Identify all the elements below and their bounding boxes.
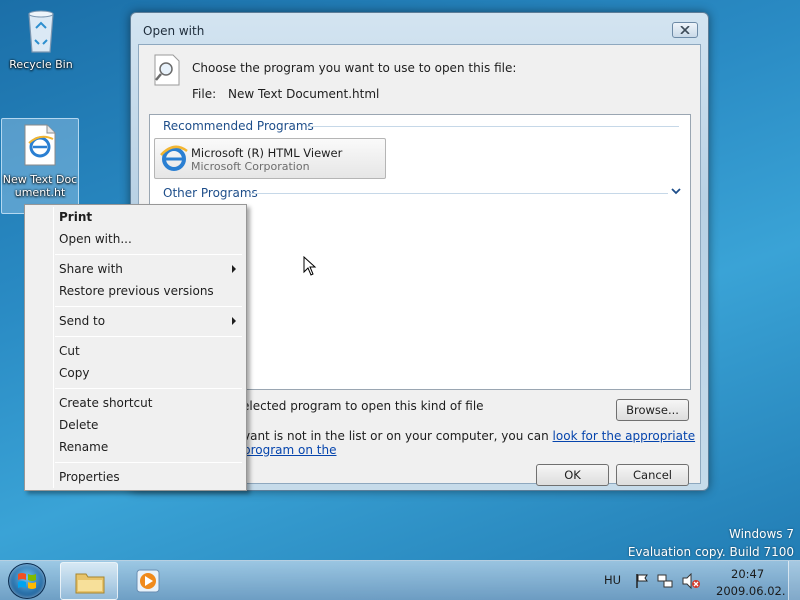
clock-time[interactable]: 20:47 [731,567,764,581]
other-programs-header[interactable]: Other Programs [163,186,258,200]
group-divider [307,126,679,127]
mouse-cursor-icon [303,256,317,276]
menu-separator [55,254,242,255]
menu-item-share-with[interactable]: Share with [27,258,244,280]
menu-separator [55,336,242,337]
network-icon[interactable] [657,573,673,589]
not-listed-label: vant is not in the list or on your compu… [243,429,549,443]
desktop-icon-recycle-bin[interactable]: Recycle Bin [2,6,80,76]
chevron-down-icon[interactable] [671,188,681,196]
volume-muted-icon[interactable] [682,573,700,589]
menu-item-copy[interactable]: Copy [27,362,244,384]
menu-item-rename[interactable]: Rename [27,436,244,458]
build-watermark: Evaluation copy. Build 7100 [627,545,794,559]
menu-item-cut[interactable]: Cut [27,340,244,362]
taskbar: HU 20:47 2009.06.02. [0,560,800,600]
recommended-programs-header[interactable]: Recommended Programs [163,119,314,133]
file-name: New Text Document.html [228,87,380,101]
menu-item-open-with[interactable]: Open with... [27,228,244,250]
file-label: File: [192,87,217,101]
folder-icon [75,573,105,594]
menu-item-restore-versions[interactable]: Restore previous versions [27,280,244,302]
recycle-bin-icon [28,10,54,53]
close-button[interactable] [672,22,698,38]
clock-date[interactable]: 2009.06.02. [716,584,786,598]
program-company: Microsoft Corporation [191,160,310,173]
menu-item-send-to[interactable]: Send to [27,310,244,332]
menu-item-properties[interactable]: Properties [27,466,244,488]
flag-icon[interactable] [635,573,649,589]
instruction-text: Choose the program you want to use to op… [192,61,517,75]
not-listed-text: vant is not in the list or on your compu… [243,429,700,457]
magnifier-document-icon [154,54,180,86]
taskbar-media-player-button[interactable] [120,562,178,600]
menu-item-create-shortcut[interactable]: Create shortcut [27,392,244,414]
desktop-icon-label: Recycle Bin [9,58,73,71]
show-desktop-button[interactable] [788,561,800,600]
cancel-button[interactable]: Cancel [616,464,689,486]
always-use-text: elected program to open this kind of fil… [242,399,484,413]
internet-explorer-icon [160,145,188,171]
browse-button[interactable]: Browse... [616,399,689,421]
context-menu: Print Open with... Share with Restore pr… [24,204,247,491]
close-icon [680,26,690,34]
menu-separator [55,306,242,307]
windows-version-watermark: Windows 7 [728,527,794,541]
submenu-arrow-icon [232,265,236,273]
submenu-arrow-icon [232,317,236,325]
menu-separator [55,462,242,463]
windows-logo-icon [18,573,36,589]
menu-separator [55,388,242,389]
media-player-icon [136,569,160,593]
group-divider [250,193,668,194]
desktop-icon-label: New Text Document.ht [2,173,78,199]
program-item-html-viewer[interactable]: Microsoft (R) HTML Viewer Microsoft Corp… [154,138,386,179]
menu-item-delete[interactable]: Delete [27,414,244,436]
language-indicator[interactable]: HU [604,573,621,587]
taskbar-explorer-button[interactable] [60,562,118,600]
start-button[interactable] [8,563,46,599]
ok-button[interactable]: OK [536,464,609,486]
program-name: Microsoft (R) HTML Viewer [191,146,343,160]
desktop-icon-html-file[interactable]: New Text Document.ht [1,118,79,214]
dialog-title: Open with [143,24,205,38]
menu-item-print[interactable]: Print [27,206,244,228]
html-file-icon [24,124,56,166]
